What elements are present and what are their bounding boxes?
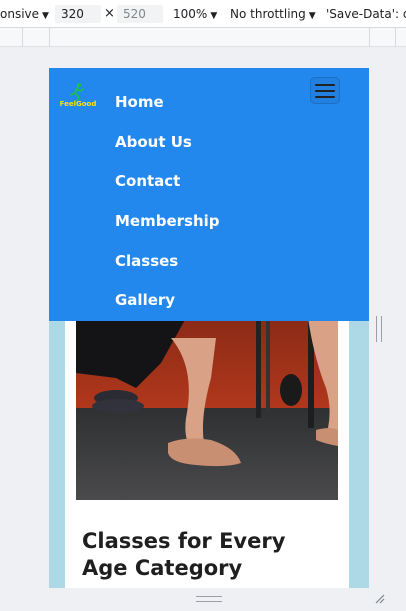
zoom-select[interactable]: 100% ▼ xyxy=(173,0,217,28)
height-resize-handle[interactable] xyxy=(196,596,222,602)
hamburger-icon xyxy=(315,84,335,86)
nav-item-classes[interactable]: Classes xyxy=(115,252,178,270)
nav-item-gallery[interactable]: Gallery xyxy=(115,291,175,309)
nav-item-contact[interactable]: Contact xyxy=(115,172,180,190)
resize-corner-icon[interactable] xyxy=(373,592,385,604)
menu-toggle-button[interactable] xyxy=(310,77,340,104)
dimension-separator: × xyxy=(104,6,115,21)
width-resize-handle[interactable] xyxy=(376,316,382,342)
nav-item-membership[interactable]: Membership xyxy=(115,212,220,230)
pushup-photo xyxy=(76,318,338,500)
height-input[interactable]: 520 xyxy=(117,5,163,23)
device-select[interactable]: onsive ▼ xyxy=(0,0,49,28)
chevron-down-icon: ▼ xyxy=(308,11,316,21)
nav-item-home[interactable]: Home xyxy=(115,93,164,111)
class-photo xyxy=(76,318,338,500)
save-data-select[interactable]: 'Save-Data': de xyxy=(326,0,406,28)
device-viewport: Classes for Every Age Category FeelGood … xyxy=(49,68,369,588)
width-input[interactable]: 320 xyxy=(55,5,101,23)
brand-name: FeelGood xyxy=(59,100,97,108)
chevron-down-icon: ▼ xyxy=(42,11,49,21)
zoom-label: 100% xyxy=(173,7,208,21)
card-title: Classes for Every Age Category xyxy=(82,529,286,580)
navbar: FeelGood Home About Us Contact Membershi… xyxy=(49,68,369,321)
brand-logo[interactable]: FeelGood xyxy=(53,82,103,112)
media-query-ruler xyxy=(0,28,406,47)
device-toolbar: onsive ▼ 320 × 520 100% ▼ No throttling ▼ '… xyxy=(0,0,406,28)
runner-icon xyxy=(70,83,84,102)
nav-item-about-us[interactable]: About Us xyxy=(115,133,192,151)
throttling-select[interactable]: No throttling ▼ xyxy=(230,0,316,28)
throttling-label: No throttling xyxy=(230,7,306,21)
chevron-down-icon: ▼ xyxy=(210,11,218,21)
device-label: onsive xyxy=(0,7,40,21)
